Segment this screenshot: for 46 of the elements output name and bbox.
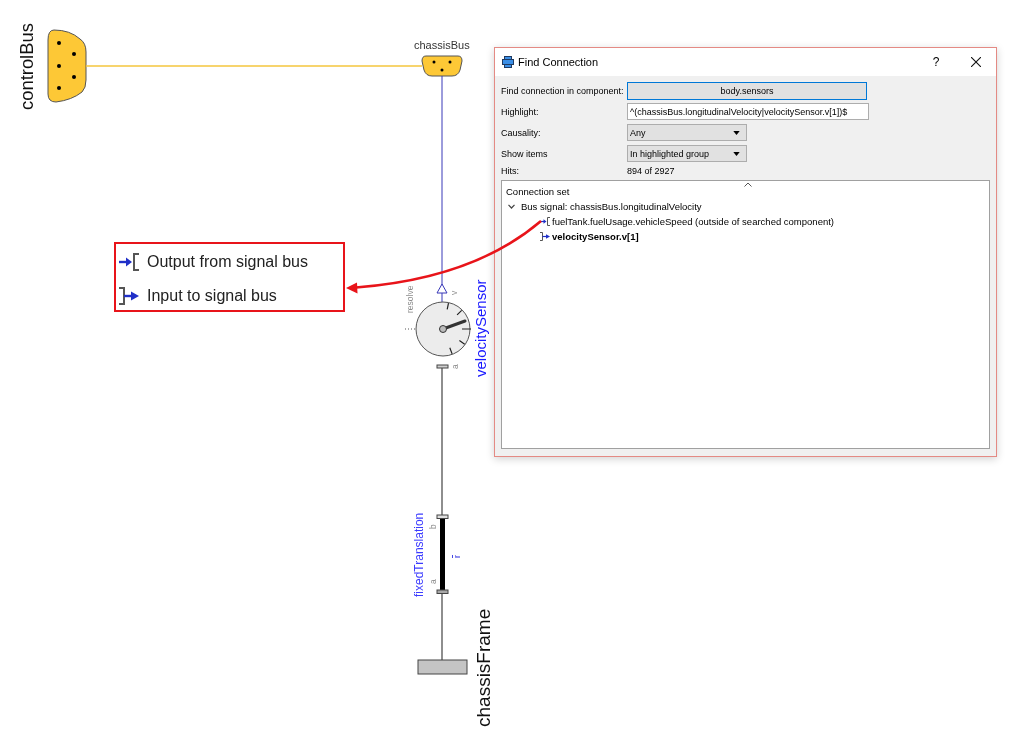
port-label: a <box>428 579 438 584</box>
port-label: b <box>428 524 438 529</box>
field-label: Causality: <box>501 127 541 138</box>
port-label: a <box>450 364 460 369</box>
vector-label: r <box>452 555 462 558</box>
component-label: fixedTranslation <box>412 512 426 597</box>
component-button[interactable]: body.sensors <box>627 81 867 100</box>
component-label: chassisFrame <box>473 608 494 727</box>
field-label: Hits: <box>501 166 519 176</box>
flange-connector <box>436 514 449 519</box>
triangle-port-icon <box>436 283 448 294</box>
bracket-arrow-out-icon <box>119 287 139 305</box>
bus-connector <box>421 55 463 77</box>
tree-item[interactable]: Bus signal: chassisBus.longitudinalVelocity <box>506 199 706 214</box>
field-label: Highlight: <box>501 106 539 117</box>
window-icon <box>502 56 514 68</box>
bracket-arrow-out-icon <box>540 232 550 241</box>
field-label: Find connection in component: <box>501 85 624 96</box>
tree-item[interactable]: fuelTank.fuelUsage.vehicleSpeed (outside of searched component) <box>506 214 838 229</box>
fixed-frame-block <box>417 659 468 675</box>
tree-item[interactable]: velocitySensor.v[1] <box>506 229 643 244</box>
caret-down-icon <box>733 151 740 156</box>
field-label: Show items <box>501 148 548 159</box>
rod <box>440 519 445 590</box>
flange-connector <box>436 589 449 594</box>
tree-header: Connection set <box>506 185 570 199</box>
bus-label: controlBus <box>16 23 37 110</box>
port-label: v <box>449 290 459 295</box>
close-icon <box>971 57 981 67</box>
window-title: Find Connection <box>518 56 599 68</box>
arrow-into-bracket-icon <box>119 253 139 271</box>
caret-down-icon <box>733 130 740 135</box>
help-button[interactable]: ? <box>916 48 956 76</box>
value-text: 894 of 2927 <box>627 166 675 176</box>
component-label: velocitySensor <box>472 279 489 377</box>
bus-label: chassisBus <box>414 39 470 51</box>
dropdown[interactable]: In highlighted group <box>627 145 747 162</box>
dropdown[interactable]: Any <box>627 124 747 141</box>
caret-up-icon[interactable] <box>744 182 752 187</box>
flange-connector <box>436 364 449 369</box>
port-label: resolve <box>405 285 415 313</box>
arrow-into-bracket-icon <box>540 217 550 226</box>
chevron-down-icon[interactable] <box>508 204 515 209</box>
text-input[interactable]: ^(chassisBus.longitudinalVelocity|velocitySensor.v[1])$ <box>627 103 869 120</box>
legend-label: Input to signal bus <box>147 287 277 305</box>
legend-label: Output from signal bus <box>147 253 308 271</box>
